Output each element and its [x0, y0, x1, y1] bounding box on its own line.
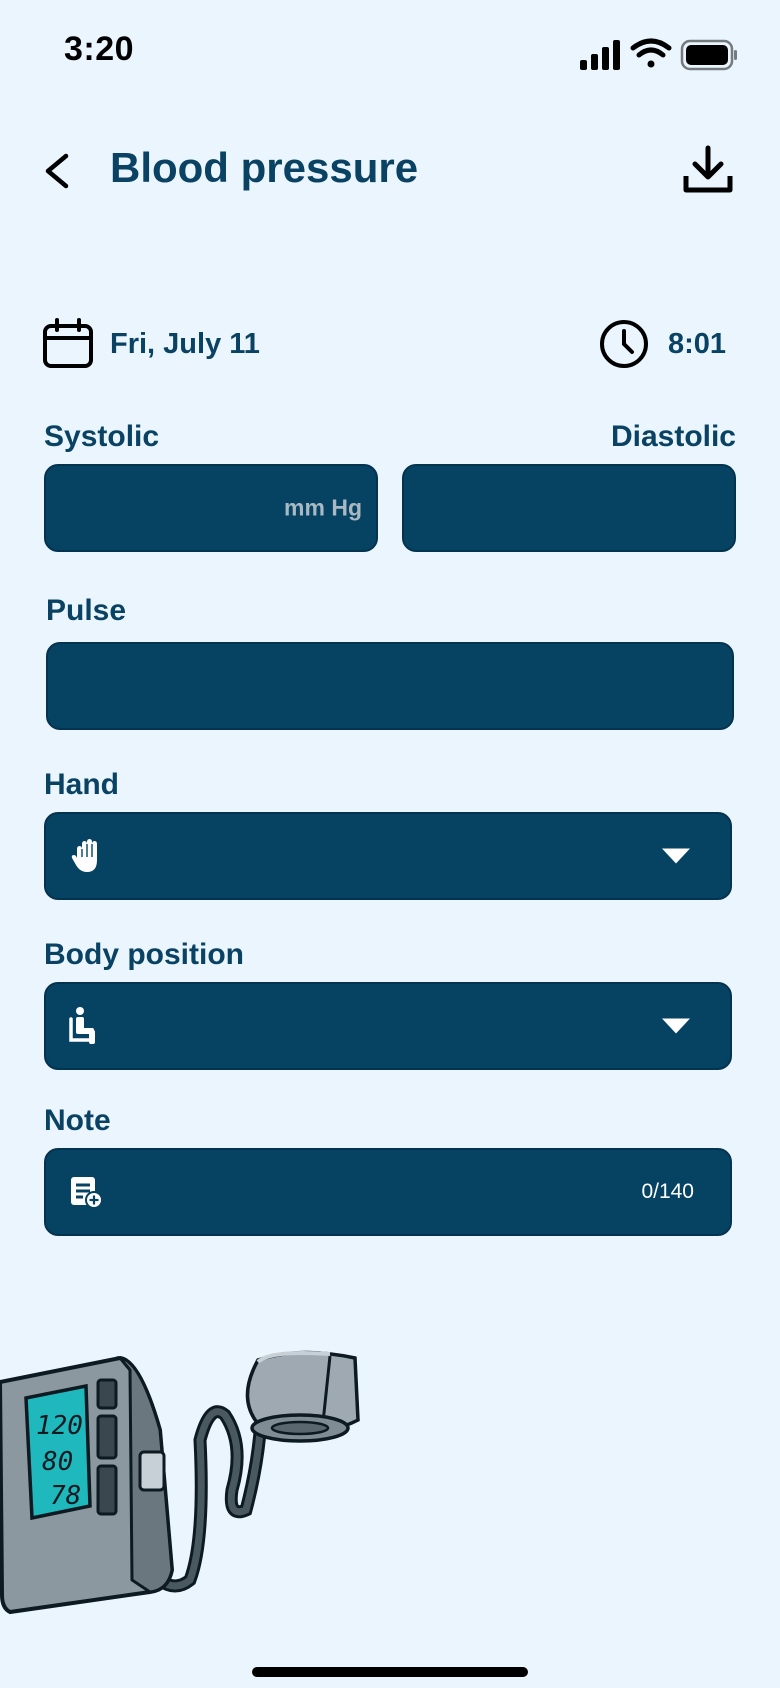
display-pulse: 78 — [50, 1481, 81, 1511]
page-title: Blood pressure — [110, 144, 419, 191]
clock-icon — [600, 320, 648, 368]
display-systolic: 120 — [36, 1411, 83, 1441]
pulse-label: Pulse — [46, 594, 127, 627]
note-label: Note — [44, 1104, 111, 1137]
chevron-down-icon — [662, 848, 690, 864]
pulse-input[interactable] — [46, 642, 734, 730]
home-indicator[interactable] — [252, 1667, 528, 1677]
systolic-unit: mm Hg — [284, 494, 362, 521]
time-value: 8:01 — [668, 327, 727, 360]
calendar-icon — [43, 318, 93, 368]
blood-pressure-monitor-illustration: 120 80 78 — [0, 1350, 360, 1615]
cellular-signal-icon — [580, 40, 620, 70]
date-selector[interactable]: Fri, July 11 — [42, 318, 260, 370]
systolic-input[interactable]: mm Hg — [44, 464, 378, 552]
display-diastolic: 80 — [42, 1447, 73, 1477]
battery-icon — [680, 39, 737, 71]
note-add-icon — [71, 1177, 103, 1209]
note-input[interactable]: 0/140 — [44, 1148, 732, 1236]
seated-person-icon — [69, 1007, 95, 1044]
back-chevron-icon[interactable] — [36, 140, 86, 200]
systolic-label: Systolic — [44, 420, 160, 453]
time-selector[interactable]: 8:01 — [598, 318, 726, 370]
diastolic-label: Diastolic — [610, 420, 736, 453]
chevron-down-icon — [662, 1018, 690, 1034]
diastolic-input[interactable] — [402, 464, 736, 552]
date-value: Fri, July 11 — [110, 327, 260, 360]
hand-label: Hand — [44, 768, 119, 801]
hand-dropdown[interactable] — [44, 812, 732, 900]
note-char-counter: 0/140 — [641, 1180, 694, 1203]
body-position-label: Body position — [44, 938, 244, 971]
body-position-dropdown[interactable] — [44, 982, 732, 1070]
hand-icon — [71, 839, 97, 872]
download-icon[interactable] — [680, 140, 736, 200]
status-icons — [580, 38, 737, 71]
status-time: 3:20 — [64, 30, 135, 68]
wifi-icon — [630, 38, 672, 68]
